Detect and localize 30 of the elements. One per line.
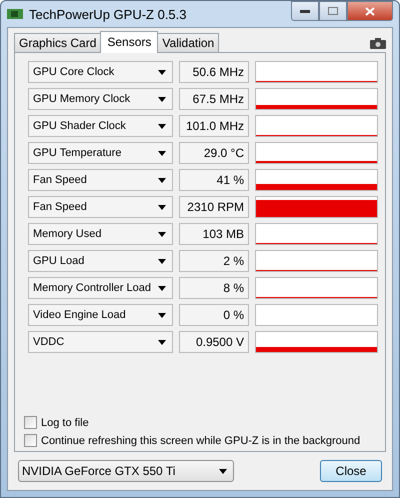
sensor-dropdown[interactable]: Memory Used [28, 223, 173, 245]
sensor-value: 67.5 MHz [179, 88, 249, 110]
checkbox-label: Continue refreshing this screen while GPU-Z is in the background [41, 434, 360, 446]
sensor-dropdown[interactable]: GPU Temperature [28, 142, 173, 164]
sensor-dropdown[interactable]: GPU Core Clock [28, 61, 173, 83]
sensor-dropdown[interactable]: Memory Controller Load [28, 277, 173, 299]
sensor-value: 101.0 MHz [179, 115, 249, 137]
sensor-dropdown[interactable]: GPU Shader Clock [28, 115, 173, 137]
sensor-dropdown[interactable]: Video Engine Load [28, 304, 173, 326]
sensor-dropdown[interactable]: VDDC [28, 331, 173, 353]
sensor-value: 41 % [179, 169, 249, 191]
sensor-value: 0 % [179, 304, 249, 326]
sensor-dropdown[interactable]: GPU Load [28, 250, 173, 272]
window-title: TechPowerUp GPU-Z 0.5.3 [29, 6, 188, 22]
sensor-value: 2310 RPM [179, 196, 249, 218]
tab[interactable]: Validation [157, 33, 220, 52]
sensor-value: 50.6 MHz [179, 61, 249, 83]
sensor-value: 29.0 °C [179, 142, 249, 164]
sensor-dropdown[interactable]: GPU Memory Clock [28, 88, 173, 110]
tab[interactable]: Graphics Card [14, 33, 102, 52]
sensor-value: 2 % [179, 250, 249, 272]
sensor-dropdown[interactable]: Fan Speed [28, 196, 173, 218]
checkbox-label: Log to file [41, 416, 89, 428]
device-dropdown[interactable]: NVIDIA GeForce GTX 550 Ti [18, 460, 234, 482]
sensor-value: 103 MB [179, 223, 249, 245]
sensor-value: 0.9500 V [179, 331, 249, 353]
close-button[interactable]: Close [320, 460, 382, 482]
sensor-dropdown[interactable]: Fan Speed [28, 169, 173, 191]
sensor-value: 8 % [179, 277, 249, 299]
tab[interactable]: Sensors [100, 31, 158, 53]
